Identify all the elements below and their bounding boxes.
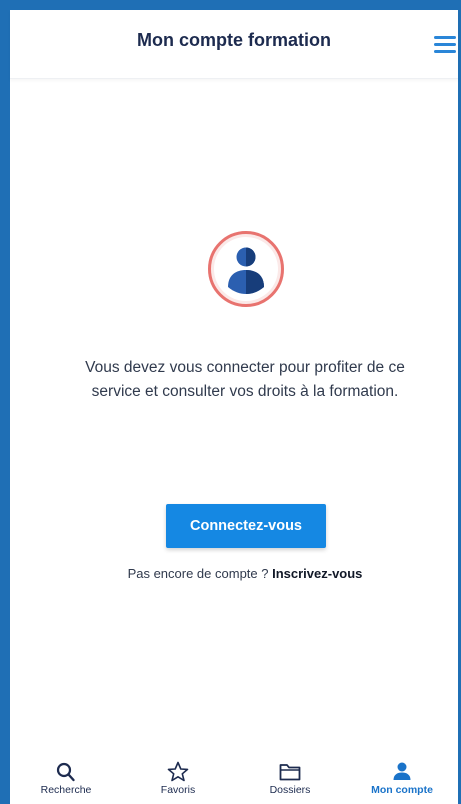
folder-icon: [279, 764, 301, 781]
connect-button[interactable]: Connectez-vous: [166, 504, 326, 548]
tab-favoris[interactable]: Favoris: [122, 754, 234, 804]
hamburger-menu-icon[interactable]: [434, 36, 456, 54]
login-required-message: Vous devez vous connecter pour profiter …: [85, 359, 405, 400]
user-avatar-icon: [206, 229, 286, 309]
tab-label-recherche: Recherche: [40, 784, 92, 796]
signup-prompt-line: Pas encore de compte ? Inscrivez-vous: [70, 566, 420, 581]
app-header: Mon compte formation: [10, 10, 458, 79]
star-icon: [167, 761, 189, 782]
page-title: Mon compte formation: [137, 30, 331, 50]
bottom-tab-bar: Recherche Favoris Dossiers Mon compte: [10, 754, 458, 804]
search-icon: [56, 762, 75, 782]
signup-prompt-text: Pas encore de compte ?: [127, 566, 273, 581]
tab-label-mon-compte: Mon compte: [371, 784, 433, 796]
person-icon: [393, 762, 411, 780]
tab-recherche[interactable]: Recherche: [10, 754, 122, 804]
tab-dossiers[interactable]: Dossiers: [234, 754, 346, 804]
tab-mon-compte[interactable]: Mon compte: [346, 754, 458, 804]
signup-link[interactable]: Inscrivez-vous: [272, 566, 362, 581]
tab-label-favoris: Favoris: [160, 784, 196, 796]
tab-label-dossiers: Dossiers: [269, 784, 311, 796]
